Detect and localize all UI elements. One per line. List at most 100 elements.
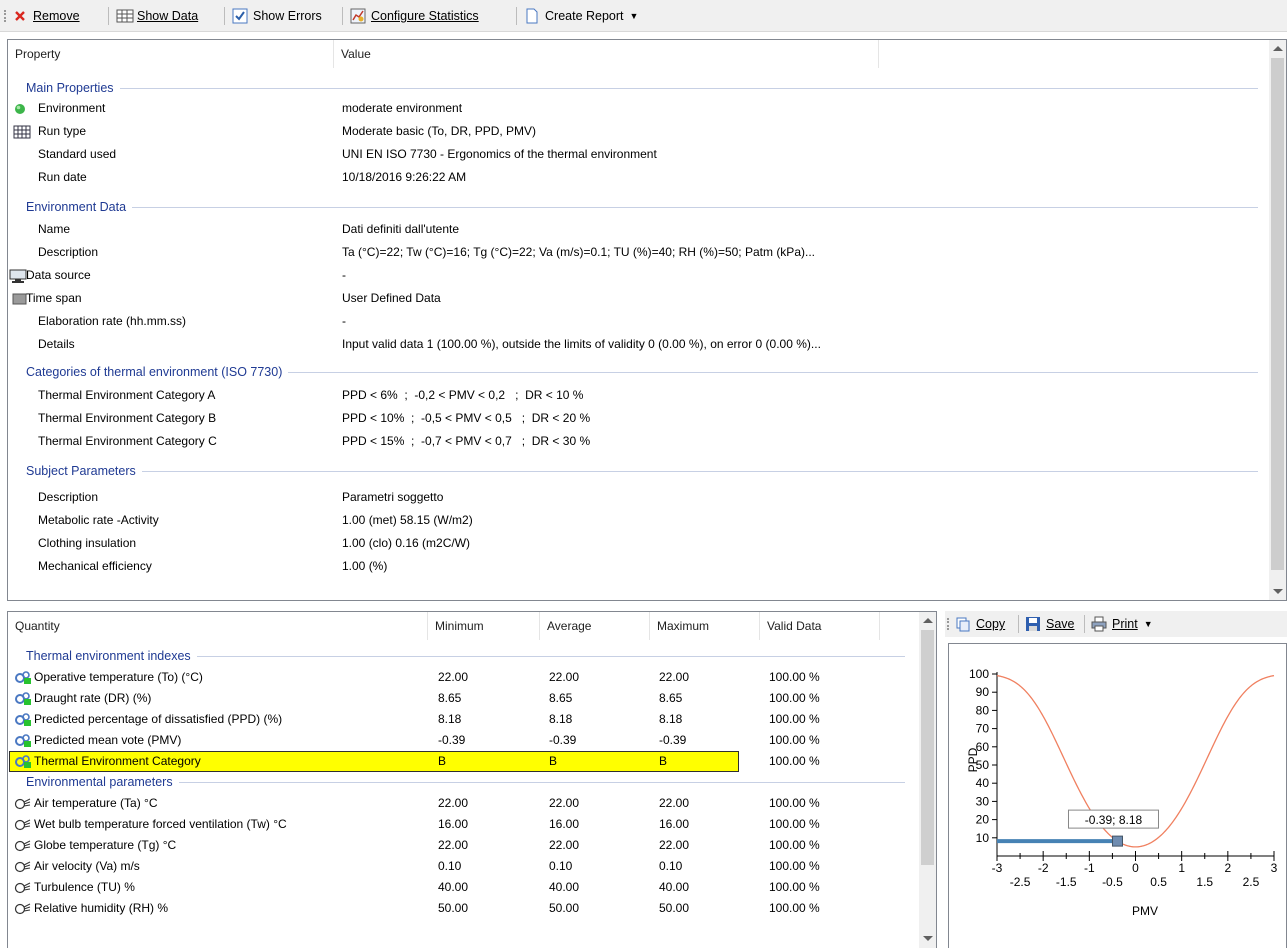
quantity-row-thermal-category[interactable]: Thermal Environment Category B B B 100.0… <box>8 751 908 772</box>
column-header-average[interactable]: Average <box>540 612 650 640</box>
dropdown-arrow-icon: ▼ <box>1143 619 1153 629</box>
copy-button[interactable]: Copy <box>955 614 1005 634</box>
statistics-icon <box>350 8 366 24</box>
group-environmental-parameters[interactable]: Environmental parameters <box>8 772 905 792</box>
quantity-row-ppd[interactable]: Predicted percentage of dissatisfied (PP… <box>8 709 908 730</box>
y-axis-label: PPD <box>966 747 980 772</box>
create-report-button[interactable]: Create Report ▼ <box>524 6 638 26</box>
quantity-maximum: 8.65 <box>659 691 683 705</box>
group-subject-parameters[interactable]: Subject Parameters <box>8 461 1258 481</box>
probe-icon <box>14 880 32 895</box>
group-main-properties[interactable]: Main Properties <box>8 78 1258 98</box>
quantity-average: 8.18 <box>549 712 573 726</box>
probe-icon <box>14 817 32 832</box>
grid-icon <box>13 124 31 139</box>
y-tick-label: 20 <box>976 813 990 827</box>
quantities-scrollbar[interactable] <box>919 612 936 948</box>
column-header-valid-data[interactable]: Valid Data <box>760 612 880 640</box>
property-value: Input valid data 1 (100.00 %), outside t… <box>342 337 821 351</box>
properties-scrollbar[interactable] <box>1269 40 1286 600</box>
show-errors-label: Show Errors <box>253 9 322 23</box>
x-minor-tick-label: -0.5 <box>1102 875 1123 889</box>
column-header-minimum[interactable]: Minimum <box>428 612 540 640</box>
chart-point-group: -0.39; 8.18 <box>997 809 1159 847</box>
quantity-row-globe-temperature[interactable]: Globe temperature (Tg) °C 22.00 22.00 22… <box>8 835 908 856</box>
property-value: moderate environment <box>342 101 463 115</box>
quantity-row-wet-bulb[interactable]: Wet bulb temperature forced ventilation … <box>8 814 908 835</box>
property-key: Thermal Environment Category B <box>38 411 217 425</box>
remove-label: Remove <box>33 9 80 23</box>
y-tick-label: 100 <box>969 667 989 681</box>
chart-canvas: 102030405060708090100-3 -2 -1 0 1 2 3-2.5 -1.5-… <box>966 667 1278 918</box>
quantity-name: Predicted mean vote (PMV) <box>34 733 182 747</box>
property-value: Moderate basic (To, DR, PPD, PMV) <box>342 124 537 138</box>
y-tick-label: 70 <box>976 722 990 736</box>
column-header-property[interactable]: Property <box>8 40 334 68</box>
property-key: Elaboration rate (hh.mm.ss) <box>38 314 187 328</box>
scrollbar-thumb[interactable] <box>921 630 934 865</box>
x-tick-label: 1 <box>1178 861 1185 875</box>
create-report-label: Create Report <box>545 9 624 23</box>
property-key: Thermal Environment Category C <box>38 434 217 448</box>
quantity-row-relative-humidity[interactable]: Relative humidity (RH) % 50.00 50.00 50.… <box>8 898 908 919</box>
quantity-valid-data: 100.00 % <box>769 859 820 873</box>
quantity-minimum: 22.00 <box>438 670 469 684</box>
probe-icon <box>14 859 32 874</box>
y-tick-label: 80 <box>976 703 990 717</box>
group-thermal-indexes[interactable]: Thermal environment indexes <box>8 646 905 666</box>
scroll-down-icon[interactable] <box>1273 589 1283 594</box>
show-data-button[interactable]: Show Data <box>116 6 198 26</box>
property-key: Description <box>38 245 99 259</box>
configure-statistics-button[interactable]: Configure Statistics <box>350 6 479 26</box>
toolbar-grip[interactable] <box>947 618 949 630</box>
print-button[interactable]: Print ▼ <box>1091 614 1153 634</box>
x-tick-label: -3 <box>992 861 1003 875</box>
x-tick-label: -2 <box>1038 861 1049 875</box>
quantity-minimum: 22.00 <box>438 796 469 810</box>
quantity-row-operative-temperature[interactable]: Operative temperature (To) (°C) 22.00 22… <box>8 667 908 688</box>
show-errors-button[interactable]: Show Errors <box>232 6 322 26</box>
scroll-down-icon[interactable] <box>923 936 933 941</box>
quantity-minimum: 16.00 <box>438 817 469 831</box>
property-value: UNI EN ISO 7730 - Ergonomics of the ther… <box>342 147 657 161</box>
quantity-row-pmv[interactable]: Predicted mean vote (PMV) -0.39 -0.39 -0… <box>8 730 908 751</box>
group-environment-data[interactable]: Environment Data <box>8 197 1258 217</box>
quantity-valid-data: 100.00 % <box>769 670 820 684</box>
quantity-average: 16.00 <box>549 817 580 831</box>
y-tick-label: 90 <box>976 685 990 699</box>
group-thermal-categories[interactable]: Categories of thermal environment (ISO 7… <box>8 362 1258 382</box>
gears-icon <box>14 712 32 727</box>
quantity-valid-data: 100.00 % <box>769 733 820 747</box>
quantity-row-air-velocity[interactable]: Air velocity (Va) m/s 0.10 0.10 0.10 100… <box>8 856 908 877</box>
save-button[interactable]: Save <box>1025 614 1075 634</box>
gears-icon <box>14 754 32 769</box>
quantity-minimum: -0.39 <box>438 733 466 747</box>
x-minor-tick-label: 2.5 <box>1243 875 1260 889</box>
property-key: Run type <box>38 124 87 138</box>
x-minor-tick-label: -1.5 <box>1056 875 1077 889</box>
quantity-row-turbulence[interactable]: Turbulence (TU) % 40.00 40.00 40.00 100.… <box>8 877 908 898</box>
remove-button[interactable]: Remove <box>12 6 80 26</box>
dropdown-arrow-icon: ▼ <box>629 11 639 21</box>
column-header-maximum[interactable]: Maximum <box>650 612 760 640</box>
quantity-minimum: B <box>438 754 447 768</box>
quantity-average: 22.00 <box>549 838 580 852</box>
toolbar-grip[interactable] <box>4 10 6 22</box>
chart-axes: 102030405060708090100-3 -2 -1 0 1 2 3-2.5 -1.5-… <box>969 667 1278 889</box>
property-key: Name <box>38 222 71 236</box>
scroll-up-icon[interactable] <box>923 618 933 623</box>
properties-grid: Property Value Main Properties Environme… <box>7 39 1287 601</box>
property-key: Details <box>38 337 75 351</box>
x-tick-label: 3 <box>1271 861 1278 875</box>
property-key: Standard used <box>38 147 117 161</box>
scrollbar-thumb[interactable] <box>1271 58 1284 570</box>
quantity-row-air-temperature[interactable]: Air temperature (Ta) °C 22.00 22.00 22.0… <box>8 793 908 814</box>
quantity-average: 22.00 <box>549 670 580 684</box>
scroll-up-icon[interactable] <box>1273 46 1283 51</box>
quantity-average: 22.00 <box>549 796 580 810</box>
column-header-quantity[interactable]: Quantity <box>8 612 428 640</box>
column-header-value[interactable]: Value <box>334 40 879 68</box>
quantity-name: Relative humidity (RH) % <box>34 901 169 915</box>
quantity-valid-data: 100.00 % <box>769 838 820 852</box>
quantity-row-draught-rate[interactable]: Draught rate (DR) (%) 8.65 8.65 8.65 100… <box>8 688 908 709</box>
